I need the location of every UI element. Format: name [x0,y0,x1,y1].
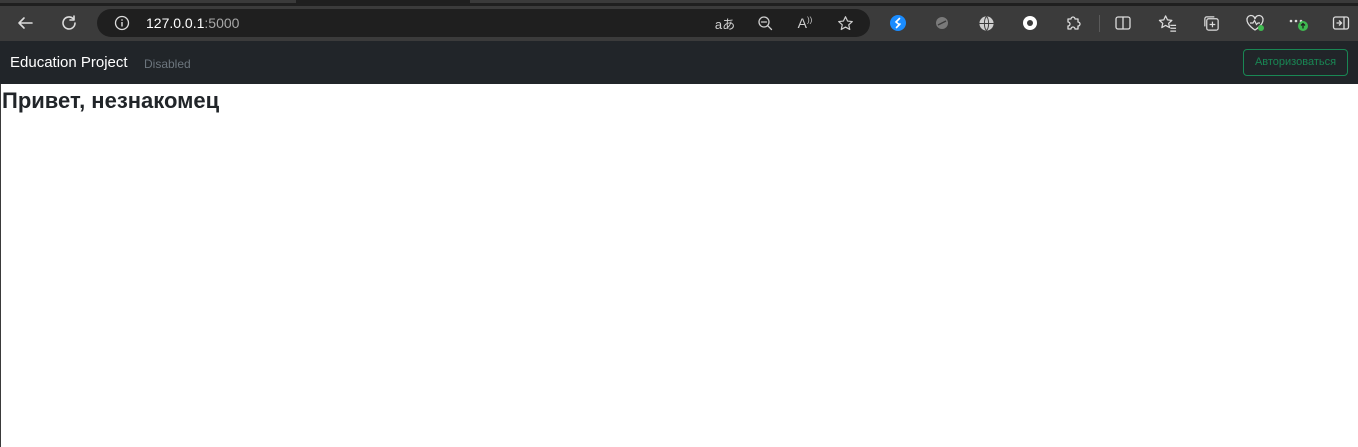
back-icon [18,17,33,29]
tab-inactive-edge[interactable] [470,0,1358,3]
extension-button[interactable] [927,8,957,38]
tab-active-edge[interactable] [0,0,296,3]
browser-essentials-button[interactable] [1240,8,1270,38]
greeting-heading: Привет, незнакомец [2,88,220,113]
split-screen-button[interactable] [1108,8,1138,38]
viewport-left-edge [0,84,1,447]
read-aloud-button[interactable]: A)) [793,12,817,34]
split-screen-icon [1115,16,1131,30]
extensions-button[interactable] [1059,8,1089,38]
sidebar-toggle-button[interactable] [1326,8,1356,38]
url-host: 127.0.0.1 [146,15,205,31]
shazam-extension-button[interactable] [883,8,913,38]
navbar-brand[interactable]: Education Project [10,54,128,72]
login-button[interactable]: Авторизоваться [1243,49,1348,76]
zoom-out-icon [758,16,773,31]
favorites-button[interactable] [1152,8,1182,38]
toolbar-divider [1099,15,1100,32]
favorite-button[interactable] [833,12,857,34]
refresh-button[interactable] [54,8,84,38]
sidebar-toggle-icon [1332,16,1350,30]
translate-button[interactable]: aあ [713,12,737,34]
site-info-icon[interactable] [113,14,131,32]
more-menu-button[interactable] [1284,8,1314,38]
nav-link-disabled: Disabled [144,57,191,71]
url-port: :5000 [204,15,240,31]
globe-extension-button[interactable] [971,8,1001,38]
globe-extension-icon [978,15,994,31]
refresh-icon [62,15,76,30]
extensions-puzzle-icon [1067,16,1081,30]
collections-icon [1203,15,1219,31]
zoom-out-button[interactable] [753,12,777,34]
favorites-icon [1158,14,1176,32]
extension-icon [936,17,948,29]
url-text[interactable]: 127.0.0.1:5000 [146,15,239,31]
address-bar[interactable]: 127.0.0.1:5000 aあ A)) [97,9,870,37]
translate-icon: aあ [714,16,736,32]
record-extension-icon [1023,16,1037,30]
back-button[interactable] [10,8,40,38]
browser-toolbar: 127.0.0.1:5000 aあ A)) [0,6,1358,41]
browser-essentials-icon [1246,14,1264,31]
favorite-star-icon [837,15,853,30]
shazam-extension-icon [890,15,906,31]
site-navbar: Education Project Disabled Авторизоватьс… [0,41,1358,84]
collections-button[interactable] [1196,8,1226,38]
more-menu-icon [1289,19,1308,31]
read-aloud-icon: A)) [797,15,813,31]
record-extension-button[interactable] [1015,8,1045,38]
